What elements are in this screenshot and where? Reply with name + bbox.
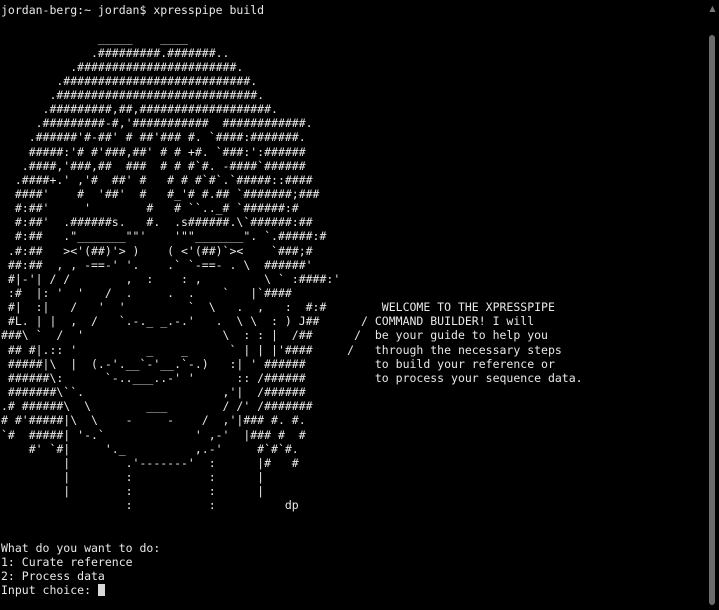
ascii-art-line: #L. | | , / `.-._ _.-.' . \ \ : ) J## / … <box>1 314 535 329</box>
ascii-art-line: #:##' ' # # ``.._# `######:# <box>1 201 299 216</box>
ascii-art-line: .#######################. <box>1 59 244 74</box>
ascii-art-line: .#############################. <box>1 87 265 102</box>
menu-option: 2: Process data <box>1 569 105 583</box>
text-cursor[interactable] <box>97 584 105 597</box>
ascii-art-line: .###########################. <box>1 73 258 88</box>
input-line[interactable]: Input choice: <box>1 583 105 597</box>
ascii-art-line: #:##' .######s. #. .s######.\`######:## <box>1 215 313 230</box>
ascii-art-line: .# ######\ \ ___ / /' /####### <box>1 399 313 414</box>
ascii-art-line: .######'#-##' # ##'### #. `####:#######. <box>1 130 306 145</box>
scroll-up-icon[interactable]: ▲ <box>709 4 716 14</box>
ascii-art-line: .####,'###,## ### # # #`#. -####`###### <box>1 158 306 173</box>
prompt-line: jordan-berg:~ jordan$ xpresspipe build <box>1 3 265 17</box>
ascii-art-line: #####|\ | (.-'.__`-'__.`-.) :| ' ###### … <box>1 356 555 371</box>
ascii-art-line: | : : | <box>1 484 265 499</box>
ascii-art-line: | : : | <box>1 469 265 484</box>
input-prompt-label: Input choice: <box>1 583 98 598</box>
ascii-art-line: _____ ____ <box>1 31 188 46</box>
ascii-art-line: .#########.#######.. <box>1 45 230 60</box>
ascii-art-line: :# |: ' ' / . . . ` |`#### <box>1 286 292 300</box>
ascii-art-line: : : dp <box>1 498 299 513</box>
ascii-art-line: .#########,##,###################. <box>1 102 278 116</box>
ascii-art-line: #:## ."_______""' '""_______". `.#####:# <box>1 229 327 244</box>
ascii-art-line: .#########-#,'########### ############. <box>1 116 313 131</box>
ascii-art-line: .#:## ><'(##)'> ) ( <'(##)`>< `###;# <box>1 243 313 258</box>
ascii-art-line: ####' # '##' # #_'# #.## `#######;### <box>1 187 320 201</box>
question-text: What do you want to do: <box>1 540 161 555</box>
scrollbar-thumb[interactable] <box>709 35 715 605</box>
ascii-art-line: #######\``. ,'| /###### <box>1 385 306 400</box>
ascii-art-line: .####+.' ,'# ##' # # # #`#`.`#####::#### <box>1 172 313 187</box>
ascii-art-line: | .'-------' : |# # <box>1 455 299 470</box>
vertical-scrollbar[interactable]: ▲ <box>706 0 719 610</box>
ascii-art-line: ##:## , , -==-' '. .` `-==- . \ ######' <box>1 257 313 272</box>
terminal-window[interactable]: jordan-berg:~ jordan$ xpresspipe build _… <box>0 0 706 610</box>
ascii-art-line: #| :| / ' ' ` \ . , : #:# WELCOME TO THE… <box>1 300 555 315</box>
ascii-art-line: ## #|.:: ' _ _ ` | | |'#### / through th… <box>1 342 562 357</box>
ascii-art-line: ###\ ` / ' \ : : | /## / be your guide t… <box>1 328 548 343</box>
ascii-art-line: #' `#| '._ ,.-' #`#`#. <box>1 441 299 456</box>
ascii-art-line: `# #####| '-.` ' ,-' |### # # <box>1 427 306 442</box>
ascii-art-line: ######\: `-..___..-' ' :: /###### to pro… <box>1 370 583 385</box>
menu-option: 1: Curate reference <box>1 554 133 569</box>
ascii-art-line: #####:'# #'###,##' # # +#. `###:':###### <box>1 144 306 159</box>
ascii-art-line: # #'#####|\ \ - - / ,'|### #. #. <box>1 413 306 428</box>
ascii-art-line: #|-'| / / , : : , \ ` :####:' <box>1 271 341 286</box>
